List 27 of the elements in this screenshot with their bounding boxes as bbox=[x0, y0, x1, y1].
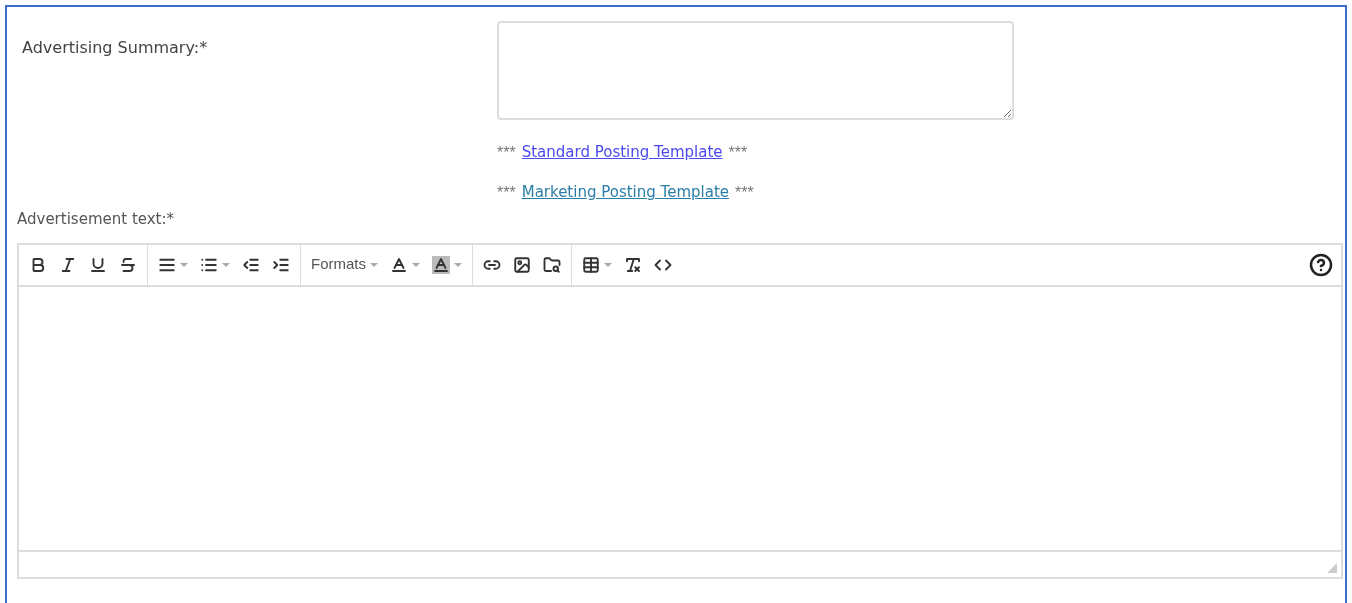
caret-icon bbox=[222, 262, 230, 267]
folder-search-icon bbox=[543, 255, 561, 274]
help-icon bbox=[1309, 252, 1333, 277]
asterisks: *** bbox=[728, 143, 748, 163]
strikethrough-icon bbox=[119, 255, 137, 274]
help-button[interactable] bbox=[1309, 252, 1333, 277]
caret-icon bbox=[370, 262, 378, 267]
text-color-icon bbox=[390, 255, 408, 274]
image-icon bbox=[513, 255, 531, 274]
table-icon bbox=[582, 255, 600, 274]
asterisks: *** bbox=[497, 183, 516, 203]
clear-format-icon bbox=[624, 255, 642, 274]
caret-icon bbox=[180, 262, 188, 267]
background-color-icon bbox=[432, 255, 450, 274]
asterisks: *** bbox=[735, 183, 754, 203]
field-label: Advertising Summary:* bbox=[22, 37, 209, 59]
underline-icon bbox=[89, 255, 107, 274]
formats-dropdown[interactable]: Formats bbox=[305, 248, 384, 281]
template-link[interactable]: Standard Posting Template bbox=[521, 142, 723, 163]
resize-handle-icon[interactable] bbox=[1327, 562, 1337, 573]
asterisks: *** bbox=[497, 143, 516, 163]
italic-icon bbox=[59, 255, 77, 274]
caret-icon bbox=[412, 262, 420, 267]
template-link[interactable]: Marketing Posting Template bbox=[521, 182, 729, 203]
caret-icon bbox=[604, 262, 612, 267]
field-label: Advertisement text:* bbox=[17, 209, 176, 230]
caret-icon bbox=[454, 262, 462, 267]
